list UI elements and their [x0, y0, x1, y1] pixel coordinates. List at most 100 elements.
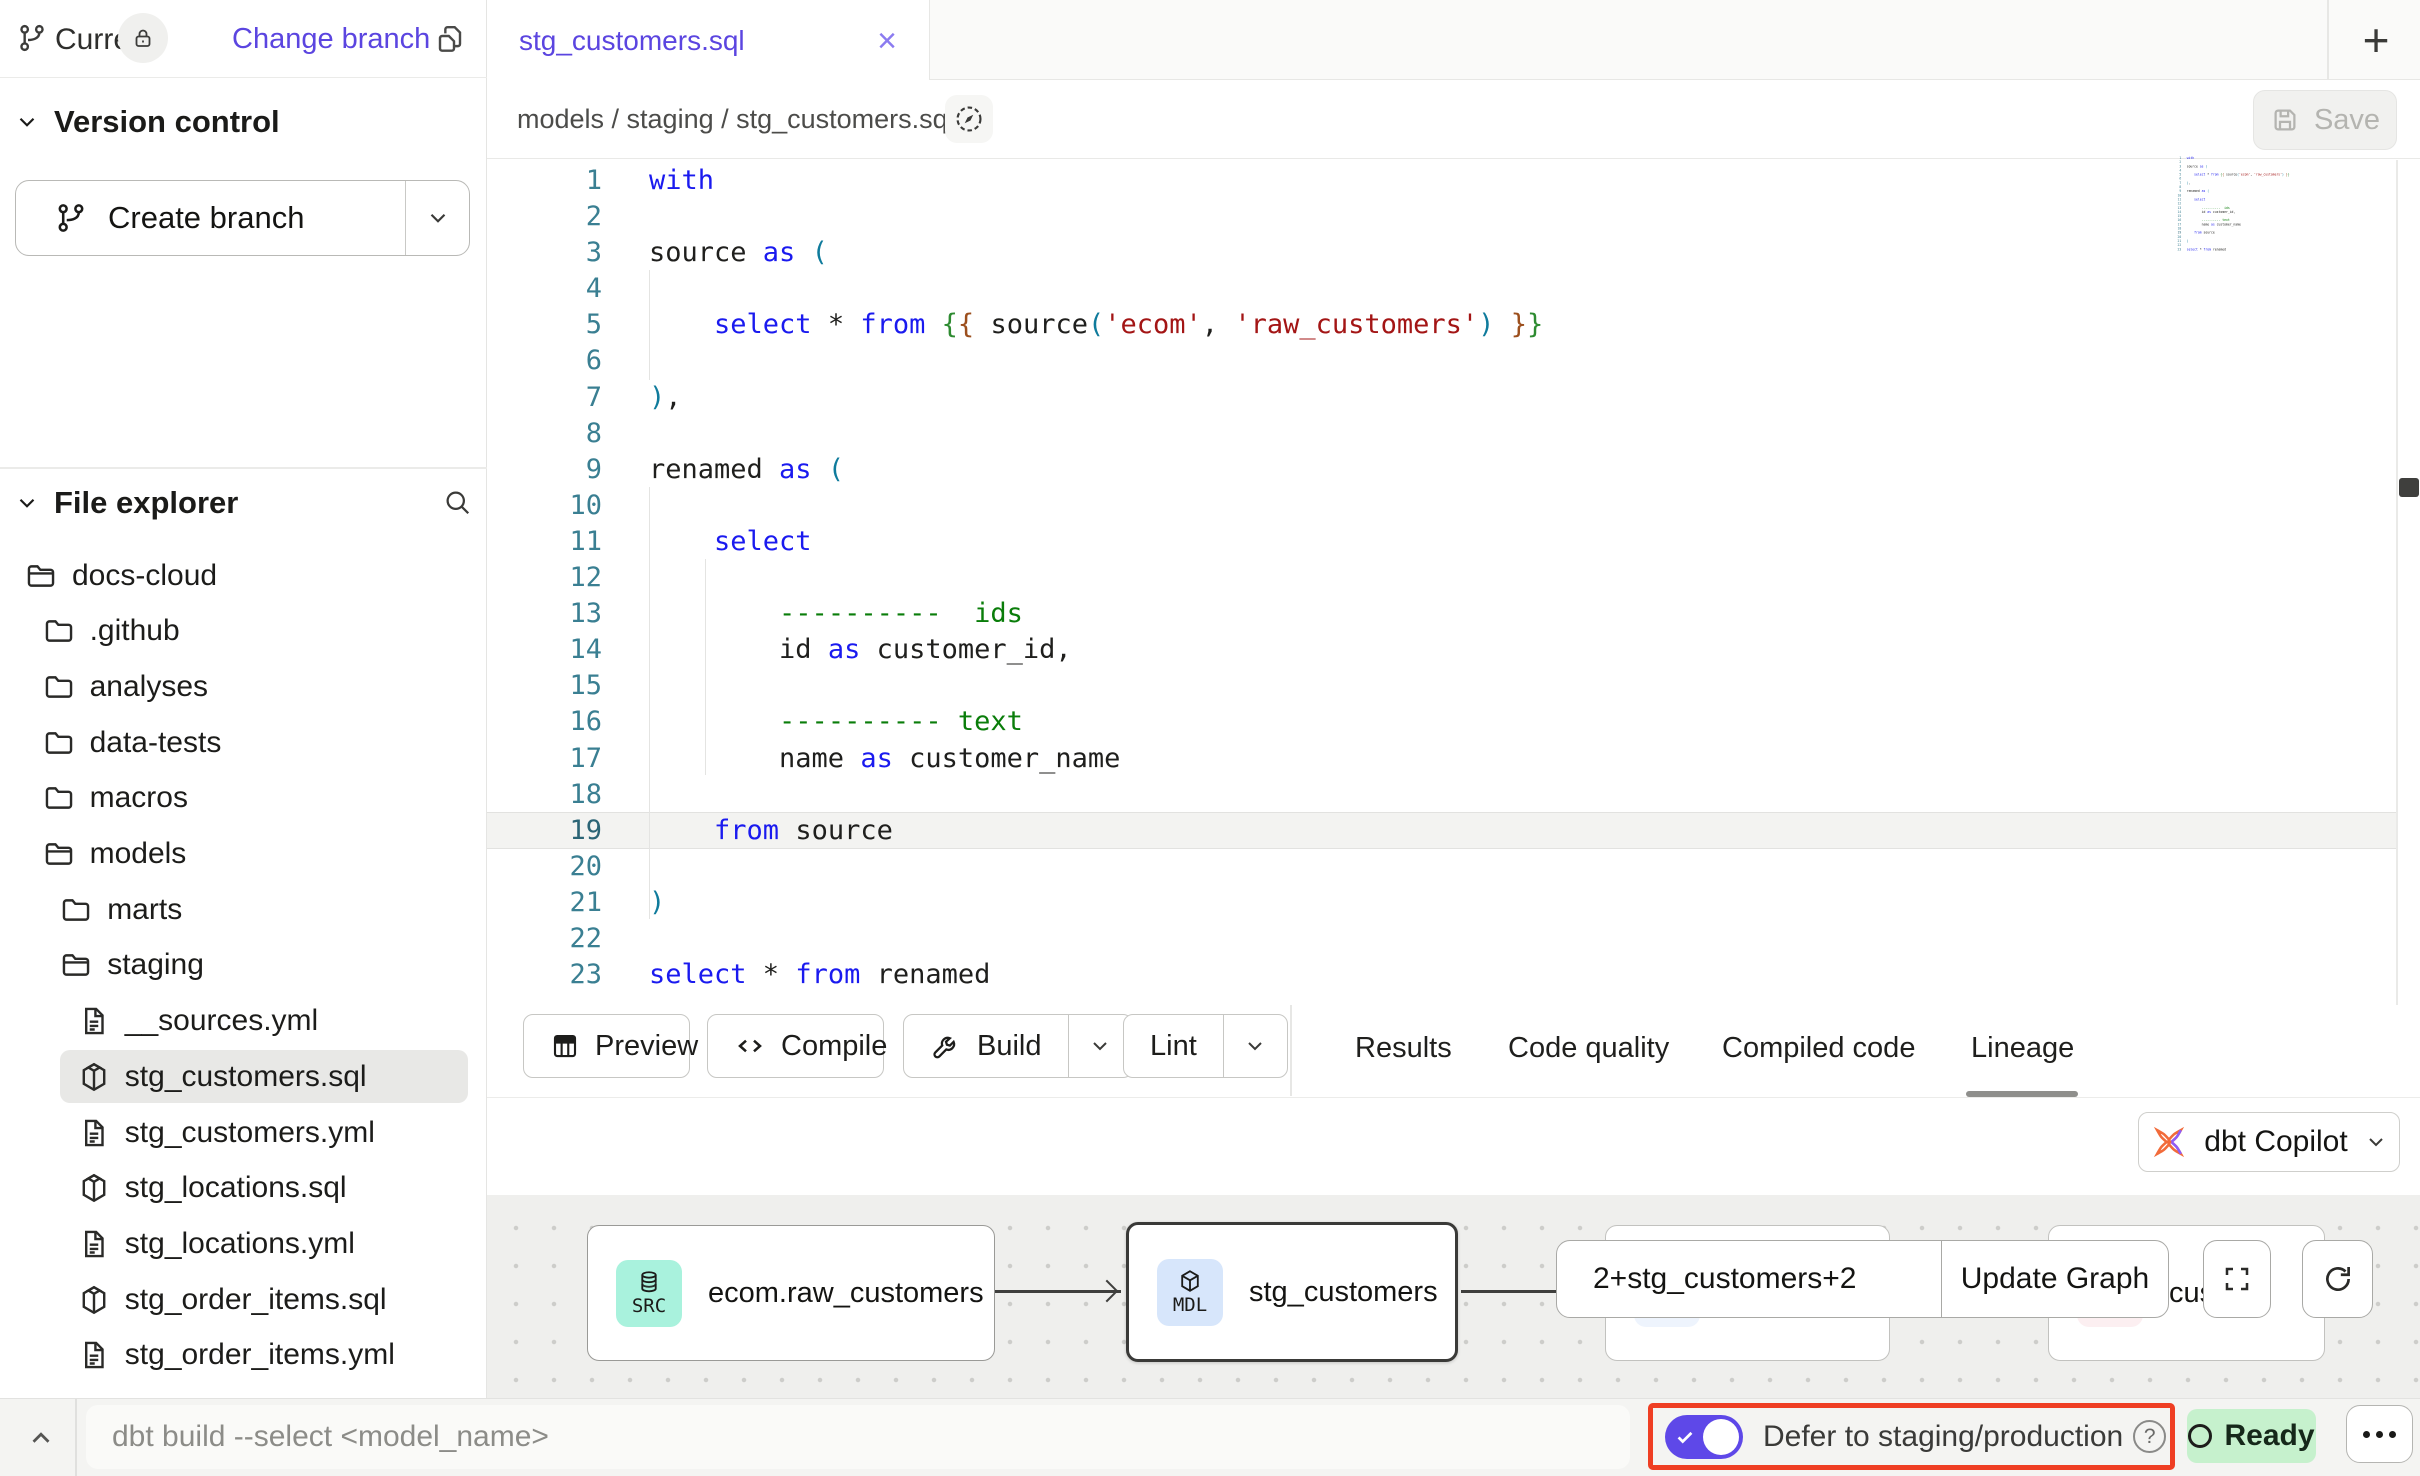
- file-label: docs-cloud: [72, 559, 217, 593]
- file-tree-item-macros[interactable]: macros: [0, 771, 487, 826]
- file-label: stg_customers.yml: [125, 1116, 375, 1150]
- copy-icon[interactable]: [434, 22, 466, 54]
- file-tree-item--github[interactable]: .github: [0, 604, 487, 659]
- lineage-selector-input[interactable]: 2+stg_customers+2: [1557, 1241, 1942, 1317]
- code-line-7: 7),: [556, 380, 1543, 416]
- file-icon: [77, 1338, 111, 1372]
- code-line-6: 6: [556, 343, 1543, 379]
- refresh-icon: [2321, 1262, 2355, 1296]
- code-editor[interactable]: 1with23source as (45 select * from {{ so…: [487, 160, 2397, 1005]
- mdl-badge: MDL: [1157, 1259, 1223, 1326]
- compile-label: Compile: [781, 1030, 887, 1063]
- lineage-node-ecom-raw-customers[interactable]: SRCecom.raw_customers: [587, 1225, 995, 1361]
- table-icon: [550, 1031, 580, 1061]
- file-tree-item-analyses[interactable]: analyses: [0, 659, 487, 714]
- tab-stg-customers-sql[interactable]: stg_customers.sql ×: [487, 0, 930, 81]
- sidebar: Current Change branch Version control Cr…: [0, 0, 487, 1398]
- breadcrumb: models / staging / stg_customers.sql: [517, 104, 954, 135]
- tab-title: stg_customers.sql: [519, 25, 745, 57]
- create-branch-main[interactable]: Create branch: [16, 181, 406, 255]
- preview-button[interactable]: Preview: [523, 1014, 690, 1078]
- results-tab-lineage[interactable]: Lineage: [1971, 1032, 2074, 1065]
- build-button[interactable]: Build: [903, 1014, 1133, 1078]
- fullscreen-button[interactable]: [2203, 1240, 2271, 1318]
- lineage-node-stg-customers[interactable]: MDL stg_customers: [1126, 1222, 1458, 1362]
- lint-caret[interactable]: [1223, 1015, 1287, 1077]
- file-tree-item-stg-order-items-yml[interactable]: stg_order_items.yml: [0, 1328, 487, 1383]
- dbt-copilot-button[interactable]: dbt Copilot: [2138, 1112, 2400, 1172]
- file-tree-item-marts[interactable]: marts: [0, 882, 487, 937]
- lock-icon: [131, 26, 155, 50]
- file-label: stg_customers.sql: [125, 1060, 367, 1094]
- toolbar-divider: [1290, 1005, 1292, 1096]
- minimap[interactable]: 1with23source as (45 select * from {{ so…: [2176, 156, 2394, 256]
- update-graph-button[interactable]: Update Graph: [1942, 1241, 2168, 1317]
- file-tree-item-stg-order-items-sql[interactable]: stg_order_items.sql: [0, 1272, 487, 1327]
- file-tree-item-data-tests[interactable]: data-tests: [0, 715, 487, 770]
- new-tab-button[interactable]: +: [2348, 12, 2404, 68]
- results-tab-results[interactable]: Results: [1355, 1032, 1452, 1065]
- defer-toggle[interactable]: [1665, 1415, 1743, 1459]
- file-tree-item-stg-locations-sql[interactable]: stg_locations.sql: [0, 1161, 487, 1216]
- refresh-button[interactable]: [2302, 1240, 2373, 1318]
- code-line-13: 13 ---------- ids: [556, 596, 1543, 632]
- scrollbar-thumb[interactable]: [2399, 478, 2419, 497]
- code-line-10: 10: [556, 488, 1543, 524]
- code-line-8: 8: [556, 416, 1543, 452]
- command-input[interactable]: [86, 1405, 1630, 1469]
- file-label: staging: [107, 948, 204, 982]
- code-line-17: 17 name as customer_name: [556, 741, 1543, 777]
- code-line-21: 21): [556, 885, 1543, 921]
- ready-label: Ready: [2224, 1419, 2314, 1453]
- preview-label: Preview: [595, 1030, 698, 1063]
- editor-toolbar: Preview Compile Build Lint Results Code q…: [487, 1005, 2420, 1098]
- folder-icon: [42, 670, 76, 704]
- file-tree-item-stg-customers-yml[interactable]: stg_customers.yml: [0, 1105, 487, 1160]
- close-icon[interactable]: ×: [877, 24, 897, 58]
- file-explorer-header[interactable]: File explorer: [14, 485, 472, 521]
- chevron-down-icon: [14, 490, 40, 516]
- code-lines[interactable]: 1with23source as (45 select * from {{ so…: [556, 163, 1543, 993]
- cube-icon: [1177, 1268, 1203, 1294]
- chevron-up-icon[interactable]: [26, 1423, 56, 1453]
- status-divider: [75, 1399, 77, 1476]
- defer-label: Defer to staging/production: [1763, 1420, 2123, 1454]
- code-line-2: 2: [556, 199, 1543, 235]
- check-icon: [1674, 1426, 1696, 1448]
- git-branch-icon: [16, 22, 48, 54]
- version-control-title: Version control: [54, 104, 280, 140]
- file-tree-item-staging[interactable]: staging: [0, 938, 487, 993]
- branch-row: Current Change branch: [0, 0, 487, 78]
- file-label: stg_order_items.sql: [125, 1283, 387, 1317]
- file-tree-item--sources-yml[interactable]: __sources.yml: [0, 994, 487, 1049]
- build-caret[interactable]: [1068, 1015, 1132, 1077]
- save-button[interactable]: Save: [2253, 90, 2397, 150]
- file-tree-item-stg-customers-sql[interactable]: stg_customers.sql: [0, 1049, 487, 1104]
- results-tab-code-quality[interactable]: Code quality: [1508, 1032, 1669, 1065]
- file-tree-item-models[interactable]: models: [0, 827, 487, 882]
- node-label: stg_customers: [1249, 1276, 1438, 1309]
- lint-button[interactable]: Lint: [1123, 1014, 1288, 1078]
- code-line-15: 15: [556, 668, 1543, 704]
- create-branch-caret[interactable]: [406, 181, 469, 255]
- change-branch-link[interactable]: Change branch: [232, 23, 430, 56]
- code-line-3: 3source as (: [556, 235, 1543, 271]
- file-label: stg_locations.sql: [125, 1171, 347, 1205]
- version-control-header[interactable]: Version control: [14, 104, 280, 140]
- model-icon: [77, 1060, 111, 1094]
- results-tab-compiled-code[interactable]: Compiled code: [1722, 1032, 1915, 1065]
- file-tree-item-stg-locations-yml[interactable]: stg_locations.yml: [0, 1216, 487, 1271]
- build-label: Build: [977, 1030, 1042, 1063]
- defer-highlight-box: Defer to staging/production ?: [1648, 1403, 2175, 1470]
- branch-lock-badge: [118, 13, 168, 63]
- file-label: analyses: [90, 670, 208, 704]
- help-icon[interactable]: ?: [2133, 1420, 2166, 1453]
- gauge-icon[interactable]: [945, 95, 993, 143]
- create-branch-button[interactable]: Create branch: [15, 180, 470, 256]
- compile-button[interactable]: Compile: [707, 1014, 884, 1078]
- lineage-graph[interactable]: SRCecom.raw_customers MDL stg_customersMDL…: [487, 1195, 2420, 1398]
- more-options-button[interactable]: [2346, 1405, 2413, 1463]
- file-tree-item-docs-cloud[interactable]: docs-cloud: [0, 548, 487, 603]
- search-icon[interactable]: [442, 487, 472, 517]
- lineage-edge-arrow: [1096, 1280, 1119, 1303]
